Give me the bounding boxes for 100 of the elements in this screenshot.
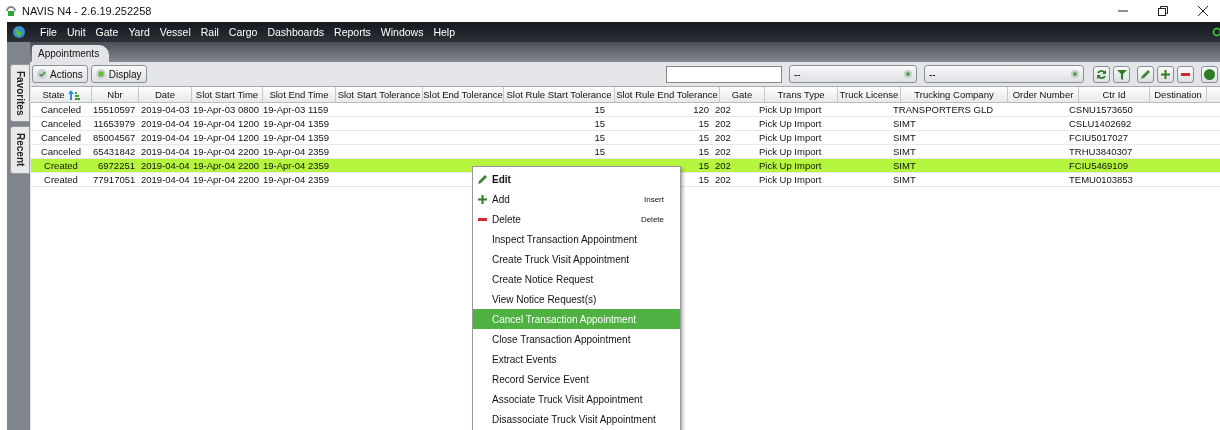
table-cell-text: SIMT — [892, 159, 917, 172]
column-header[interactable]: Slot Start Time — [192, 87, 263, 102]
table-row[interactable]: Canceled 15510597 2019-04-03 19-Apr-03 0800 19-Apr-03 1159 15 120 202 Pick Up Import TRANSPORTERS GLD CSNU1573650 — [31, 103, 1220, 117]
table-cell-text: 15 — [697, 145, 710, 158]
context-menu-item[interactable]: Extract Events — [473, 349, 680, 369]
menu-item[interactable]: Yard — [123, 26, 155, 38]
menu-item[interactable]: Reports — [329, 26, 376, 38]
column-header[interactable]: Slot End Tolerance — [423, 87, 504, 102]
table-cell-text: 15 — [697, 173, 710, 186]
context-menu-item[interactable]: Associate Truck Visit Appointment — [473, 389, 680, 409]
menu-item[interactable]: Windows — [375, 26, 429, 38]
plus-icon — [1161, 69, 1170, 79]
table-cell-text: 6972251 — [97, 159, 136, 172]
menu-item[interactable]: Rail — [195, 26, 224, 38]
context-menu-item[interactable]: Create Notice Request — [473, 269, 680, 289]
add-button[interactable] — [1157, 65, 1174, 83]
table-cell-text: Pick Up Import — [758, 103, 823, 116]
table-cell-text: 11653979 — [92, 117, 136, 130]
menu-item[interactable]: Unit — [61, 26, 91, 38]
column-header[interactable]: Destination — [1150, 87, 1207, 102]
minus-icon — [1181, 72, 1190, 76]
context-menu-item[interactable]: Delete Delete — [473, 209, 680, 229]
column-header[interactable]: Truck License — [838, 87, 901, 102]
restore-icon — [1158, 6, 1168, 16]
table-cell-text: Canceled — [39, 103, 83, 116]
column-header[interactable]: Trans Type — [765, 87, 838, 102]
toolbar-button[interactable]: Actions — [32, 65, 88, 83]
column-header[interactable]: Order Number — [1008, 87, 1079, 102]
table-cell-text: 19-Apr-03 1159 — [262, 103, 330, 116]
column-header[interactable]: State — [31, 87, 92, 102]
table-cell-text: 65431842 — [92, 145, 137, 158]
table-cell-text: 19-Apr-04 1359 — [262, 117, 331, 130]
context-menu-item[interactable]: Close Transaction Appointment — [473, 329, 680, 349]
delete-button[interactable] — [1177, 65, 1194, 83]
column-header[interactable]: Gate — [720, 87, 765, 102]
check-icon — [37, 69, 47, 79]
toolbar-button[interactable]: Display — [90, 65, 147, 83]
pencil-icon — [477, 173, 488, 185]
filter-icon — [1116, 68, 1127, 80]
table-row[interactable]: Canceled 85004567 2019-04-04 19-Apr-04 1200 19-Apr-04 1359 15 15 202 Pick Up Import SIMT FCIU5017027 — [31, 131, 1220, 145]
table-cell-text: 77917051 — [92, 173, 137, 186]
table-cell-text: 19-Apr-04 2200 — [192, 173, 259, 186]
menu-item[interactable]: Help — [428, 26, 461, 38]
dropdown[interactable]: -- — [789, 65, 917, 83]
context-menu-item[interactable]: View Notice Request(s) — [473, 289, 680, 309]
table-cell-text: 15 — [593, 131, 606, 144]
table-cell-text: Pick Up Import — [758, 159, 823, 172]
table-cell-text: 19-Apr-04 1200 — [192, 131, 259, 144]
table-cell-text: 15 — [697, 131, 710, 144]
refresh-button[interactable] — [1093, 65, 1110, 83]
globe-icon — [13, 26, 25, 38]
column-header[interactable]: Date — [139, 87, 192, 102]
tab[interactable]: Appointments — [32, 45, 110, 62]
table-row[interactable]: Created 6972251 2019-04-04 19-Apr-04 2200 19-Apr-04 2359 15 202 Pick Up Import SIMT FCIU5469109 — [31, 159, 1220, 173]
column-header[interactable]: Nbr — [92, 87, 139, 102]
dropdown-icon — [904, 70, 912, 78]
shortcut-label: Delete — [640, 214, 664, 224]
context-menu-item[interactable]: Disassociate Truck Visit Appointment — [473, 409, 680, 429]
menu-item[interactable]: File — [35, 26, 62, 38]
edit-button[interactable] — [1137, 65, 1154, 83]
menu-item[interactable]: Dashboards — [262, 26, 330, 38]
table-cell-text: Canceled — [39, 131, 83, 144]
context-menu-item[interactable]: Inspect Transaction Appointment — [473, 229, 680, 249]
table-cell-text: 19-Apr-04 2200 — [192, 145, 259, 158]
column-header[interactable]: Slot Rule End Tolerance — [615, 87, 720, 102]
filter-button[interactable] — [1113, 65, 1130, 83]
table-cell-text: 202 — [714, 103, 732, 116]
column-header[interactable]: Slot Rule Start Tolerance — [504, 87, 615, 102]
table-cell-text: FCIU5469109 — [1068, 159, 1130, 172]
table-cell-text: 19-Apr-04 1359 — [262, 131, 331, 144]
search-field[interactable] — [666, 65, 782, 83]
dropdown[interactable]: -- — [924, 65, 1084, 83]
table-cell-text: 202 — [714, 131, 732, 144]
table-row[interactable]: Canceled 11653979 2019-04-04 19-Apr-04 1200 19-Apr-04 1359 15 15 202 Pick Up Import SIMT CSLU1402692 — [31, 117, 1220, 131]
table-row[interactable]: Canceled 65431842 2019-04-04 19-Apr-04 2200 19-Apr-04 2359 15 15 202 Pick Up Import SIMT TRHU3840307 — [31, 145, 1220, 159]
table-cell-text: TRANSPORTERS GLD — [892, 103, 995, 116]
side-tab[interactable]: Favorites — [10, 64, 30, 123]
edit-icon — [1140, 68, 1151, 80]
table-cell-text: 120 — [692, 103, 710, 116]
table-cell-text: 2019-04-04 — [140, 117, 189, 130]
help-button[interactable] — [1201, 65, 1218, 83]
table-cell-text: Canceled — [39, 145, 83, 158]
plus-icon — [478, 194, 487, 204]
context-menu-item[interactable]: Create Truck Visit Appointment — [473, 249, 680, 269]
table-cell-text: SIMT — [892, 131, 917, 144]
menu-item[interactable]: Gate — [90, 26, 124, 38]
menu-item[interactable]: Vessel — [154, 26, 196, 38]
side-tab[interactable]: Recent — [10, 126, 30, 174]
column-header[interactable]: Slot End Time — [263, 87, 336, 102]
table-cell-text: 15510597 — [92, 103, 137, 116]
context-menu-item[interactable]: Add Insert — [473, 189, 680, 209]
table-cell-text: 15 — [593, 103, 606, 116]
menu-item[interactable]: Cargo — [223, 26, 263, 38]
column-header[interactable]: Trucking Company — [901, 87, 1008, 102]
refresh-icon — [1096, 68, 1107, 80]
table-cell-text: TEMU0103853 — [1068, 173, 1134, 186]
column-header[interactable]: Ctr Id — [1079, 87, 1150, 102]
table-cell-text: 15 — [697, 159, 710, 172]
context-menu-item[interactable]: Record Service Event — [473, 369, 680, 389]
column-header[interactable]: Slot Start Tolerance — [336, 87, 423, 102]
